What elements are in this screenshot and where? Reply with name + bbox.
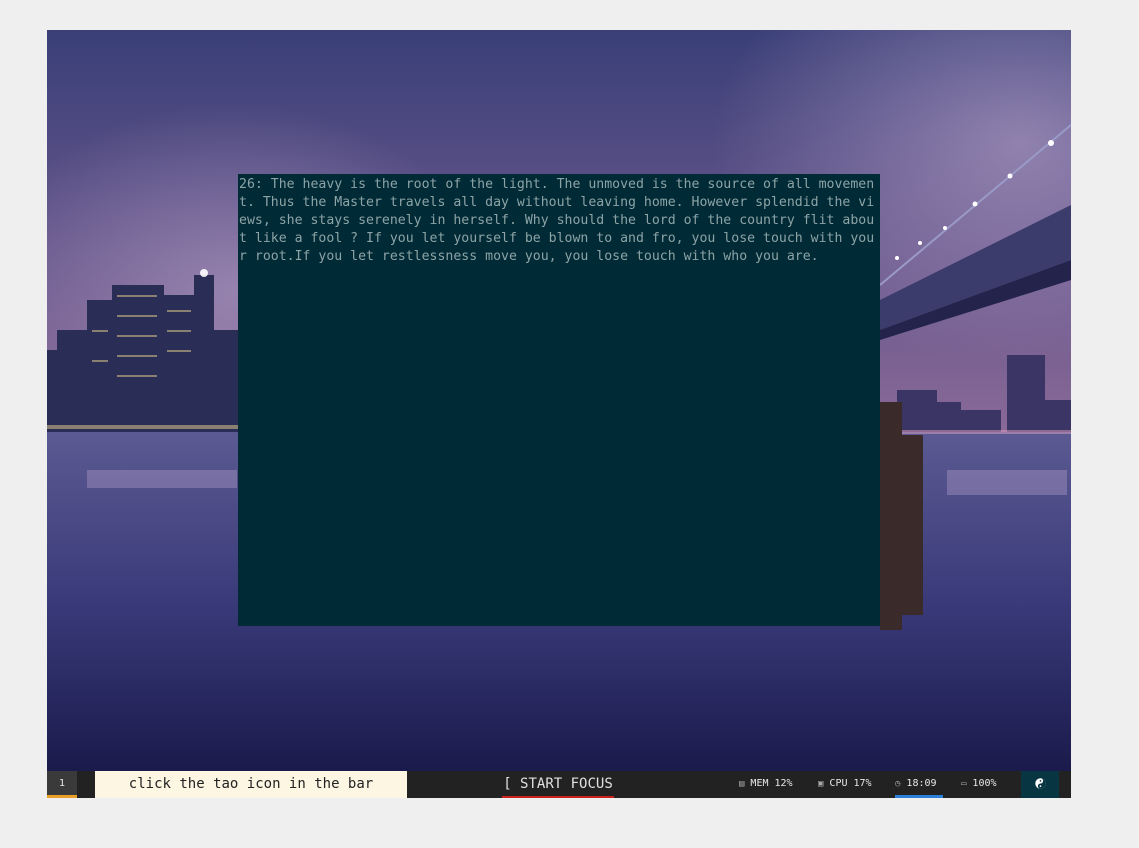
yin-yang-icon — [1035, 778, 1046, 789]
memory-widget[interactable]: ▤ MEM 12% — [739, 771, 793, 798]
workspace-label: 1 — [58, 778, 66, 789]
clock-indicator — [895, 795, 943, 798]
battery-label: 100% — [972, 778, 997, 789]
memory-icon: ▤ — [739, 779, 745, 789]
cpu-icon: ▣ — [818, 779, 824, 789]
desktop: 26: The heavy is the root of the light. … — [47, 30, 1071, 798]
workspace-button-1[interactable]: 1 — [47, 771, 77, 798]
status-bar: 1 click the tao icon in the bar [ START … — [47, 771, 1071, 798]
battery-icon: ▭ — [961, 779, 967, 789]
start-focus-button[interactable]: [ START FOCUS ] — [498, 771, 618, 798]
cpu-widget[interactable]: ▣ CPU 17% — [818, 771, 872, 798]
focus-indicator — [502, 796, 614, 798]
memory-label: MEM 12% — [750, 778, 793, 789]
clock-widget[interactable]: ◷ 18:09 — [895, 771, 943, 798]
workspace-active-indicator — [47, 795, 77, 798]
cpu-label: CPU 17% — [829, 778, 872, 789]
tao-button[interactable] — [1021, 771, 1059, 798]
battery-widget[interactable]: ▭ 100% — [961, 771, 997, 798]
hint-message: click the tao icon in the bar — [95, 771, 407, 798]
terminal-output: 26: The heavy is the root of the light. … — [239, 177, 875, 264]
terminal-window[interactable]: 26: The heavy is the root of the light. … — [238, 174, 880, 626]
clock-label: 18:09 — [906, 778, 937, 789]
clock-icon: ◷ — [895, 779, 901, 789]
start-focus-label: [ START FOCUS ] — [503, 776, 613, 792]
